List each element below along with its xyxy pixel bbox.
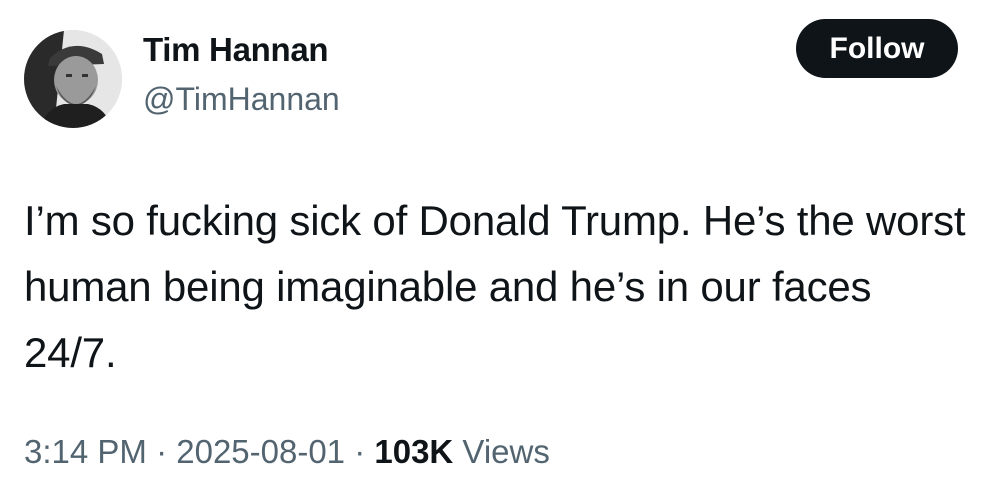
avatar-image (24, 30, 122, 128)
views-label: Views (453, 433, 550, 470)
author-handle[interactable]: @TimHannan (143, 78, 340, 120)
meta-separator: · (146, 433, 177, 470)
tweet-meta: 3:14 PM · 2025-08-01 · 103K Views (24, 430, 550, 474)
tweet-text: I’m so fucking sick of Donald Trump. He’… (24, 197, 966, 376)
follow-button[interactable]: Follow (796, 19, 958, 78)
views-count[interactable]: 103K (374, 433, 453, 470)
meta-separator: · (345, 433, 375, 470)
tweet-time[interactable]: 3:14 PM (24, 433, 147, 470)
author-display-name[interactable]: Tim Hannan (143, 28, 329, 72)
tweet-date[interactable]: 2025-08-01 (176, 433, 345, 470)
author-avatar[interactable] (24, 30, 122, 128)
